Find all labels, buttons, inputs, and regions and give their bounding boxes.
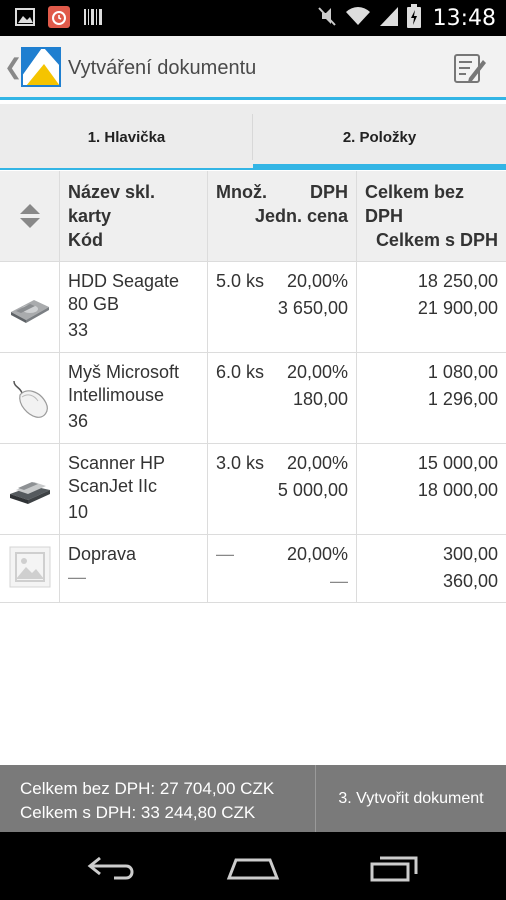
total-ex-vat-summary: Celkem bez DPH: 27 704,00 CZK — [20, 779, 275, 798]
product-code: 36 — [68, 411, 89, 431]
row-thumb-cell — [0, 535, 60, 602]
page-title: Vytváření dokumentu — [68, 57, 257, 79]
unit-price: 3 650,00 — [277, 298, 348, 318]
header-code: Kód — [68, 230, 103, 250]
tab-items[interactable]: 2. Položky — [253, 104, 506, 170]
status-bar: 13:48 — [0, 0, 506, 36]
quantity: 5.0 ks — [216, 271, 265, 291]
product-name-line2: 80 GB — [68, 294, 120, 314]
product-name-line2: ScanJet IIc — [68, 476, 158, 496]
table-row[interactable]: HDD Seagate 80 GB 33 5.0 ks 20,00% 3 650… — [0, 262, 506, 353]
total-ex-vat: 300,00 — [442, 544, 498, 564]
header-name-line1: Název skl. — [68, 182, 156, 202]
header-vat: DPH — [309, 182, 348, 202]
quantity: 6.0 ks — [216, 362, 265, 382]
product-name: HDD Seagate — [68, 271, 180, 291]
table-row[interactable]: Doprava — — 20,00% — 300,00 360,00 — [0, 535, 506, 603]
product-name: Scanner HP — [68, 453, 166, 473]
header-unit-price: Jedn. cena — [254, 206, 348, 226]
total-inc-vat: 1 296,00 — [427, 389, 498, 409]
product-name: Myš Microsoft — [68, 362, 180, 382]
quantity: 3.0 ks — [216, 453, 265, 473]
items-table: Název skl. karty Kód Množ. DPH Jedn. cen… — [0, 171, 506, 603]
table-header-row: Název skl. karty Kód Množ. DPH Jedn. cen… — [0, 171, 506, 262]
totals-summary: Celkem bez DPH: 27 704,00 CZK Celkem s D… — [0, 765, 316, 832]
status-time: 13:48 — [432, 6, 496, 31]
total-ex-vat: 15 000,00 — [417, 453, 498, 473]
total-inc-vat: 360,00 — [442, 571, 498, 591]
quantity: — — [216, 544, 234, 564]
back-nav-icon[interactable] — [86, 852, 140, 882]
header-total-ex-line2: DPH — [365, 206, 404, 226]
wifi-icon — [345, 5, 371, 32]
product-code: — — [68, 567, 86, 587]
vat-rate: 20,00% — [286, 271, 348, 291]
tab-bar: 1. Hlavička 2. Položky — [0, 104, 506, 170]
product-name-line2: Intellimouse — [68, 385, 165, 405]
unit-price: 5 000,00 — [277, 480, 348, 500]
gallery-icon — [14, 6, 36, 28]
hdd-icon — [8, 286, 52, 330]
app-logo-icon[interactable] — [20, 46, 62, 88]
header-qty: Množ. — [216, 182, 267, 202]
header-name-line2: karty — [68, 206, 112, 226]
tab-active-indicator — [253, 164, 506, 170]
product-code: 10 — [68, 502, 89, 522]
product-code: 33 — [68, 320, 89, 340]
mouse-icon — [8, 377, 52, 421]
vat-rate: 20,00% — [286, 453, 348, 473]
navigation-bar — [0, 832, 506, 900]
column-header-quantity[interactable]: Množ. DPH Jedn. cena — [208, 171, 357, 261]
home-nav-icon[interactable] — [226, 852, 280, 882]
column-header-name[interactable]: Název skl. karty Kód — [60, 171, 208, 261]
total-ex-vat: 1 080,00 — [427, 362, 498, 382]
scanner-icon — [8, 468, 52, 512]
table-row[interactable]: Myš Microsoft Intellimouse 36 6.0 ks 20,… — [0, 353, 506, 444]
column-header-total[interactable]: Celkem bez DPH Celkem s DPH — [357, 171, 506, 261]
unit-price: 180,00 — [292, 389, 348, 409]
row-thumb-cell — [0, 353, 60, 443]
total-inc-vat: 18 000,00 — [417, 480, 498, 500]
total-inc-vat-summary: Celkem s DPH: 33 244,80 CZK — [20, 803, 256, 822]
sort-icon[interactable] — [18, 203, 42, 229]
table-row[interactable]: Scanner HP ScanJet IIc 10 3.0 ks 20,00% … — [0, 444, 506, 535]
action-bar: ❮ Vytváření dokumentu — [0, 36, 506, 100]
tab-items-label: 2. Položky — [342, 128, 417, 146]
sort-cell[interactable] — [0, 171, 60, 261]
summary-bar: Celkem bez DPH: 27 704,00 CZK Celkem s D… — [0, 765, 506, 832]
battery-icon — [406, 4, 421, 33]
total-inc-vat: 21 900,00 — [417, 298, 498, 318]
tab-header[interactable]: 1. Hlavička — [0, 104, 253, 170]
unit-price: — — [330, 571, 348, 591]
tab-underline — [0, 168, 253, 170]
vat-rate: 20,00% — [286, 544, 348, 564]
barcode-icon — [82, 6, 104, 28]
alarm-icon — [48, 6, 70, 28]
product-name: Doprava — [68, 544, 137, 564]
recent-apps-nav-icon[interactable] — [368, 852, 422, 882]
tab-header-label: 1. Hlavička — [87, 128, 166, 146]
signal-icon — [379, 5, 399, 32]
mute-icon — [317, 5, 337, 32]
create-document-button[interactable]: 3. Vytvořit dokument — [316, 765, 506, 832]
row-thumb-cell — [0, 262, 60, 352]
vat-rate: 20,00% — [286, 362, 348, 382]
edit-document-icon[interactable] — [452, 50, 488, 86]
row-thumb-cell — [0, 444, 60, 534]
total-ex-vat: 18 250,00 — [417, 271, 498, 291]
image-placeholder-icon — [8, 545, 52, 589]
header-total-ex-line1: Celkem bez — [365, 182, 465, 202]
header-total-inc: Celkem s DPH — [375, 230, 498, 250]
